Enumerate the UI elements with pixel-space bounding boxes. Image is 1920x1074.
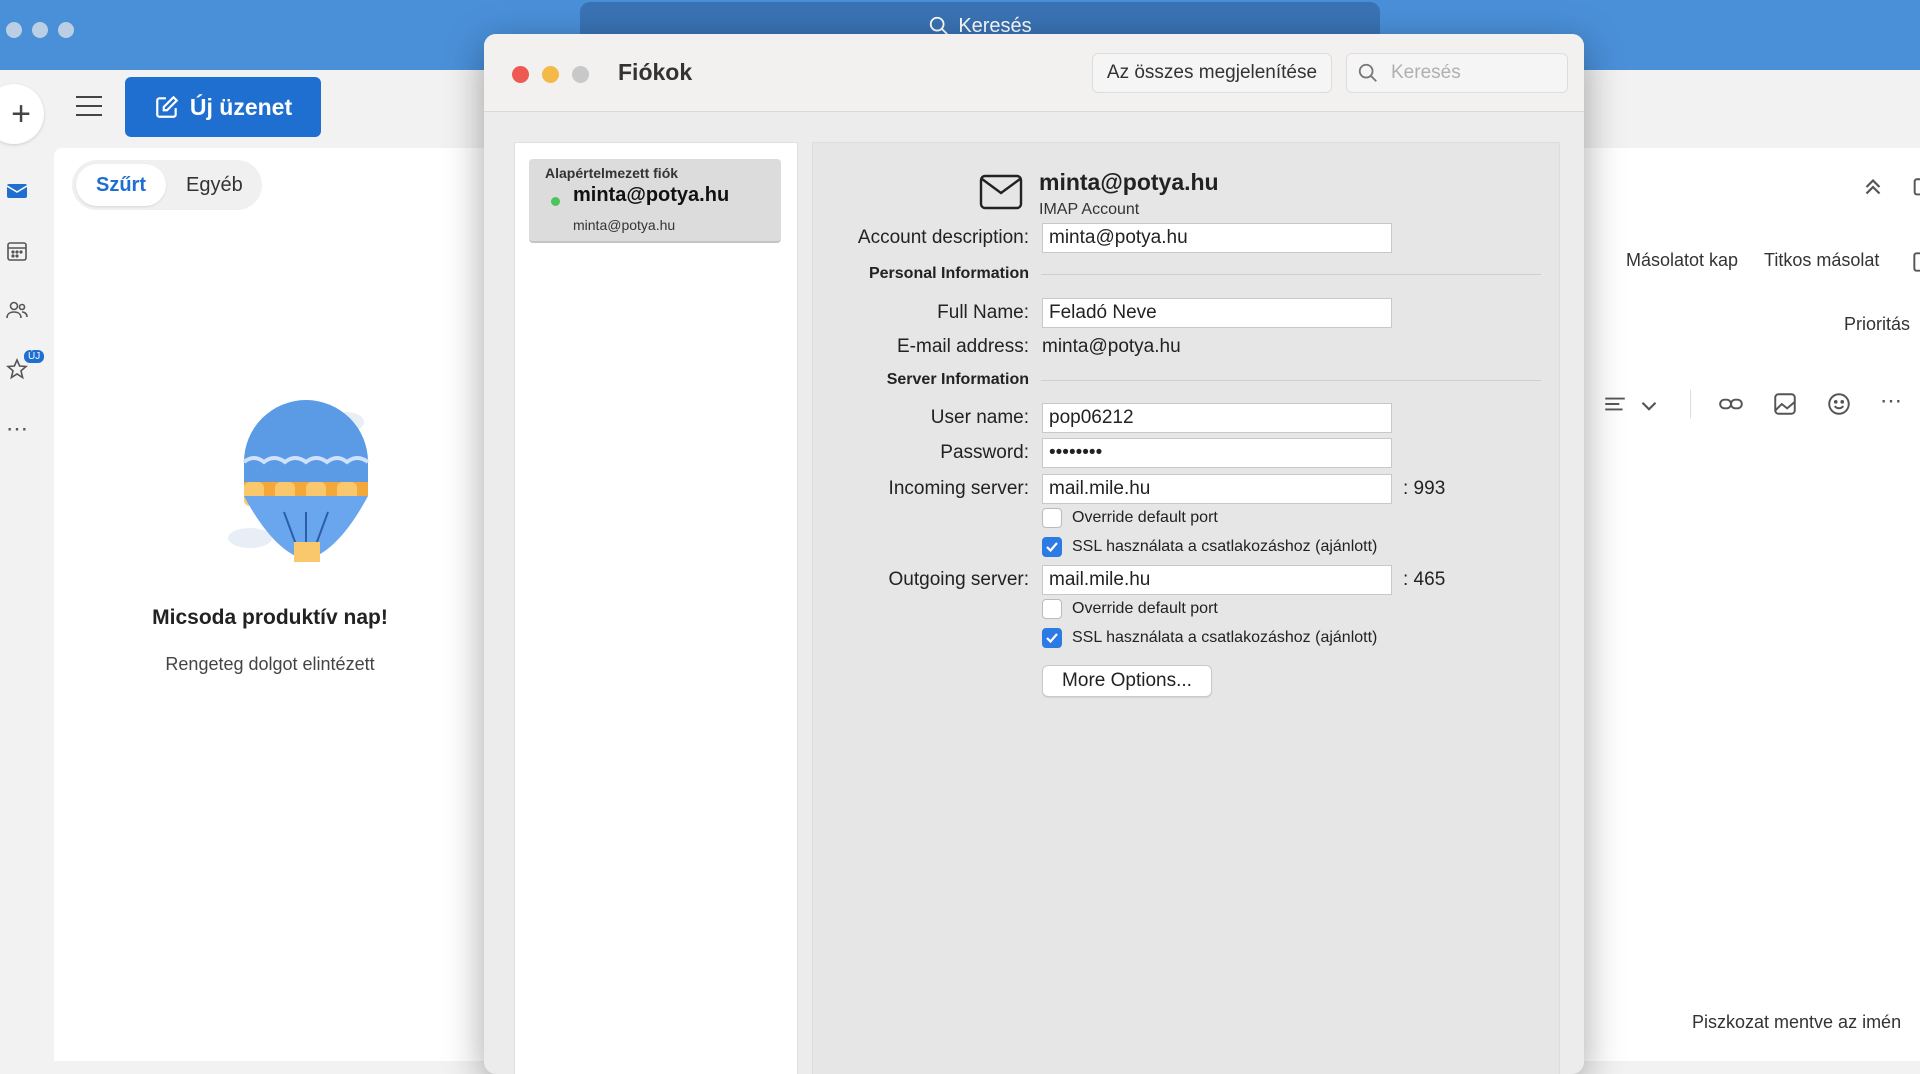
account-list-item[interactable]: Alapértelmezett fiók minta@potya.hu mint… (529, 159, 781, 243)
new-message-button[interactable]: Új üzenet (125, 77, 321, 137)
account-list: Alapértelmezett fiók minta@potya.hu mint… (514, 142, 798, 1074)
outgoing-override-port-label: Override default port (1072, 600, 1218, 617)
incoming-ssl-checkbox[interactable] (1042, 537, 1062, 557)
more-options-icon[interactable]: ⋯ (1880, 388, 1906, 414)
draft-saved-status: Piszkozat mentve az imén (1692, 1012, 1902, 1032)
mail-icon[interactable] (4, 178, 30, 204)
toolbar-divider (1690, 390, 1691, 418)
email-address-value: minta@potya.hu (1042, 336, 1181, 357)
more-options-button[interactable]: More Options... (1042, 665, 1212, 697)
password-label: Password: (940, 442, 1029, 463)
account-description-label: Account description: (857, 227, 1029, 248)
link-icon[interactable] (1718, 391, 1744, 417)
outgoing-port-value: : 465 (1403, 569, 1446, 590)
emoji-icon[interactable] (1826, 391, 1852, 417)
email-address-label: E-mail address: (897, 336, 1029, 357)
empty-inbox-title: Micsoda produktív nap! (152, 606, 388, 629)
align-icon[interactable] (1602, 391, 1628, 417)
message-list-pane: Szűrt Egyéb Micsoda produktív nap! Renge… (54, 148, 486, 1061)
chevron-down-icon[interactable] (1636, 393, 1662, 419)
checkmark-icon (1046, 633, 1058, 644)
compose-icon (156, 95, 179, 118)
incoming-port-value: : 993 (1403, 478, 1446, 499)
username-label: User name: (930, 407, 1029, 428)
collapse-up-icon[interactable] (1860, 174, 1886, 200)
bcc-button[interactable]: Titkos másolat (1764, 250, 1879, 271)
envelope-icon (979, 174, 1023, 210)
incoming-server-input[interactable] (1042, 474, 1392, 504)
full-name-label: Full Name: (937, 302, 1029, 323)
outgoing-ssl-checkbox[interactable] (1042, 628, 1062, 648)
new-message-label: Új üzenet (189, 93, 293, 120)
dialog-title: Fiókok (618, 59, 693, 85)
window-close-dot[interactable] (6, 22, 22, 38)
checkmark-icon (1046, 542, 1058, 553)
priority-button[interactable]: Prioritás (1844, 314, 1910, 335)
window-zoom-dot[interactable] (58, 22, 74, 38)
username-input[interactable] (1042, 403, 1392, 433)
filter-other-tab[interactable]: Egyéb (166, 164, 263, 206)
hamburger-menu-icon[interactable] (76, 96, 102, 116)
hot-air-balloon-illustration (228, 400, 370, 562)
incoming-ssl-row[interactable]: SSL használata a csatlakozáshoz (ajánlot… (1042, 537, 1377, 557)
people-icon[interactable] (4, 297, 30, 323)
show-all-button[interactable]: Az összes megjelenítése (1092, 53, 1332, 93)
inbox-filter-toggle: Szűrt Egyéb (72, 160, 262, 210)
dialog-zoom-button[interactable] (572, 66, 589, 83)
image-icon[interactable] (1772, 391, 1798, 417)
accounts-dialog: Fiókok Az összes megjelenítése Alapértel… (484, 34, 1584, 1074)
outgoing-server-input[interactable] (1042, 565, 1392, 595)
account-list-name: minta@potya.hu (573, 184, 730, 206)
incoming-ssl-label: SSL használata a csatlakozáshoz (ajánlot… (1072, 538, 1378, 555)
online-status-dot (551, 197, 560, 206)
outgoing-override-port-row[interactable]: Override default port (1042, 599, 1218, 619)
personal-info-heading: Personal Information (868, 265, 1029, 282)
account-list-address: minta@potya.hu (573, 217, 676, 233)
account-detail-pane: minta@potya.hu IMAP Account Account desc… (812, 142, 1560, 1074)
password-input[interactable] (1042, 438, 1392, 468)
outgoing-server-label: Outgoing server: (888, 569, 1029, 590)
attach-icon[interactable] (1910, 249, 1920, 275)
filter-focused-tab[interactable]: Szűrt (76, 164, 166, 206)
calendar-icon[interactable] (4, 238, 30, 264)
account-description-input[interactable] (1042, 223, 1392, 253)
outlook-left-rail (0, 70, 54, 1061)
dialog-header: Fiókok Az összes megjelenítése (484, 34, 1584, 112)
incoming-server-label: Incoming server: (888, 478, 1029, 499)
personal-info-divider (1041, 274, 1541, 275)
outgoing-ssl-label: SSL használata a csatlakozáshoz (ajánlot… (1072, 629, 1378, 646)
incoming-override-port-row[interactable]: Override default port (1042, 508, 1218, 528)
dialog-search-input[interactable] (1389, 61, 1549, 85)
dialog-search-field[interactable] (1346, 53, 1568, 93)
outgoing-ssl-row[interactable]: SSL használata a csatlakozáshoz (ajánlot… (1042, 628, 1377, 648)
new-badge: ÚJ (24, 350, 45, 363)
dialog-minimize-button[interactable] (542, 66, 559, 83)
server-info-divider (1041, 380, 1541, 381)
search-icon (1358, 63, 1377, 82)
account-header-name: minta@potya.hu (1039, 169, 1219, 195)
default-account-label: Alapértelmezett fiók (545, 165, 679, 181)
window-minimize-dot[interactable] (32, 22, 48, 38)
incoming-override-port-checkbox[interactable] (1042, 508, 1062, 528)
full-name-input[interactable] (1042, 298, 1392, 328)
incoming-override-port-label: Override default port (1072, 509, 1218, 526)
compose-pane: Másolatot kap Titkos másolat Prioritás ⋯… (1580, 148, 1920, 1061)
cc-button[interactable]: Másolatot kap (1626, 250, 1738, 271)
more-apps-icon[interactable]: ⋯ (4, 416, 30, 442)
account-header-type: IMAP Account (1039, 201, 1140, 218)
empty-inbox-subtitle: Rengeteg dolgot elintézett (165, 654, 375, 674)
server-info-heading: Server Information (886, 371, 1029, 388)
outgoing-override-port-checkbox[interactable] (1042, 599, 1062, 619)
copy-icon[interactable] (1906, 176, 1920, 202)
dialog-close-button[interactable] (512, 66, 529, 83)
plus-icon: + (11, 94, 31, 133)
